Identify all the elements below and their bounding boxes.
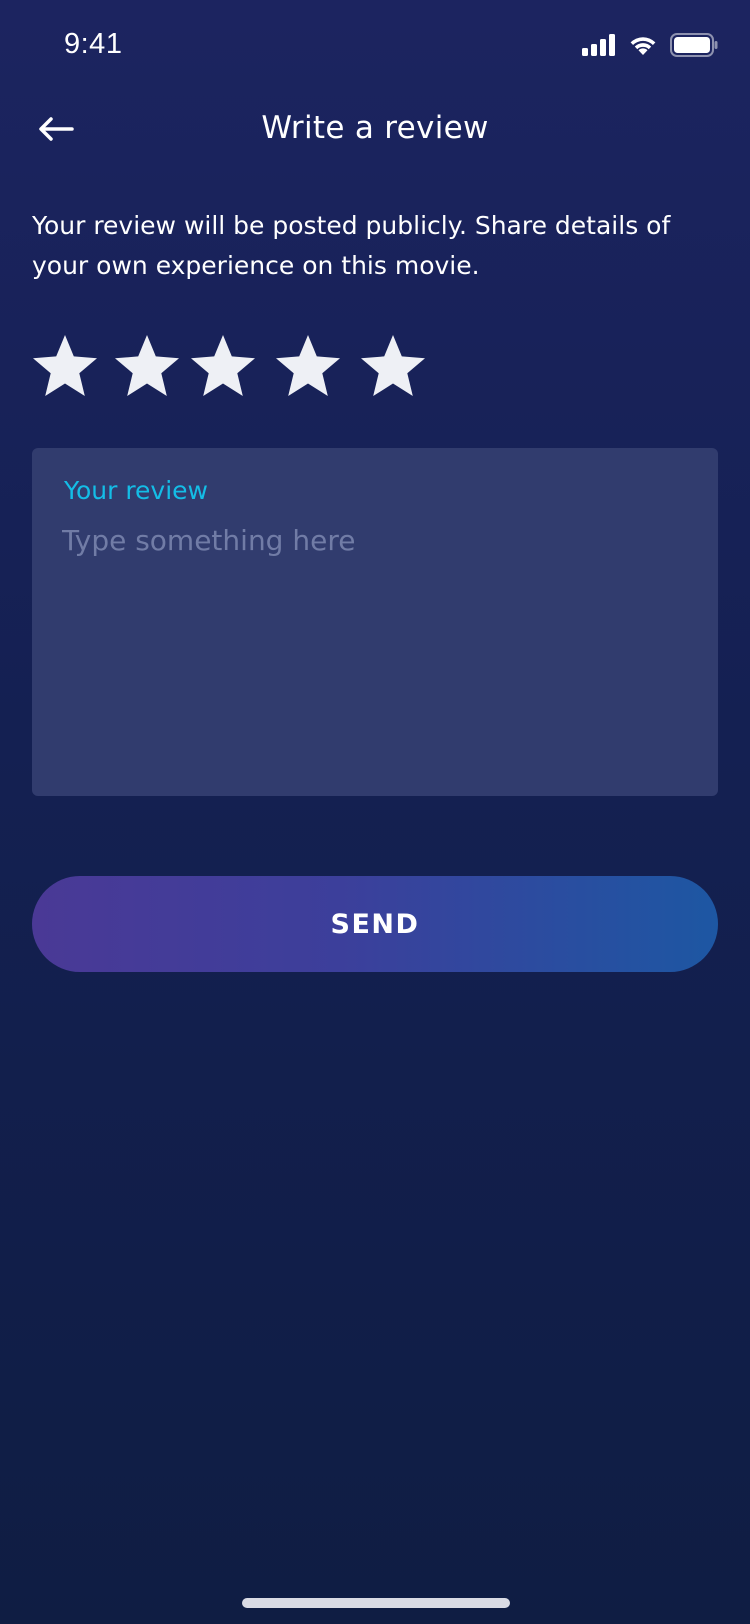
review-description: Your review will be posted publicly. Sha… (32, 211, 671, 280)
status-bar: 9:41 (0, 0, 750, 88)
review-field[interactable]: Your review (32, 448, 718, 796)
cellular-signal-icon (582, 34, 616, 60)
send-button[interactable]: SEND (32, 876, 718, 972)
star-icon-2[interactable] (114, 334, 180, 398)
star-icon-1[interactable] (32, 334, 98, 398)
status-icons (582, 33, 718, 61)
star-icon-4[interactable] (275, 334, 341, 398)
star-icon-3[interactable] (190, 334, 256, 398)
wifi-icon (628, 34, 658, 60)
star-icon-5[interactable] (360, 334, 426, 398)
page-title: Write a review (261, 110, 489, 146)
header: Write a review (0, 96, 750, 166)
star-rating (32, 334, 452, 400)
status-time: 9:41 (64, 28, 123, 60)
review-input[interactable] (62, 524, 682, 764)
review-field-label: Your review (64, 476, 208, 505)
battery-icon (670, 33, 718, 61)
home-indicator[interactable] (242, 1598, 510, 1608)
